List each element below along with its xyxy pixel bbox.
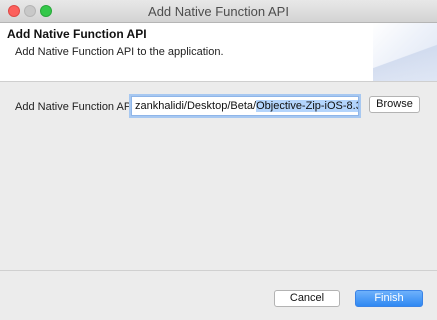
title-bar: Add Native Function API xyxy=(0,0,437,23)
path-text-prefix: zankhalidi/Desktop/Beta/ xyxy=(135,100,257,112)
dialog-window: Add Native Function API Add Native Funct… xyxy=(0,0,437,320)
native-api-path-input[interactable]: zankhalidi/Desktop/Beta/Objective-Zip-iO… xyxy=(131,96,359,116)
finish-button[interactable]: Finish xyxy=(355,290,423,307)
native-api-field-label: Add Native Function APIs xyxy=(15,101,140,113)
footer-separator xyxy=(0,270,437,271)
window-title: Add Native Function API xyxy=(148,4,289,19)
page-description: Add Native Function API to the applicati… xyxy=(15,46,224,58)
header-banner: Add Native Function API Add Native Funct… xyxy=(0,23,437,82)
cancel-button[interactable]: Cancel xyxy=(274,290,340,307)
banner-decoration-graphic xyxy=(373,23,437,81)
page-title: Add Native Function API xyxy=(7,27,147,41)
browse-button[interactable]: Browse xyxy=(369,96,420,113)
path-text-selected: Objective-Zip-iOS-8.3.zip xyxy=(256,100,358,112)
